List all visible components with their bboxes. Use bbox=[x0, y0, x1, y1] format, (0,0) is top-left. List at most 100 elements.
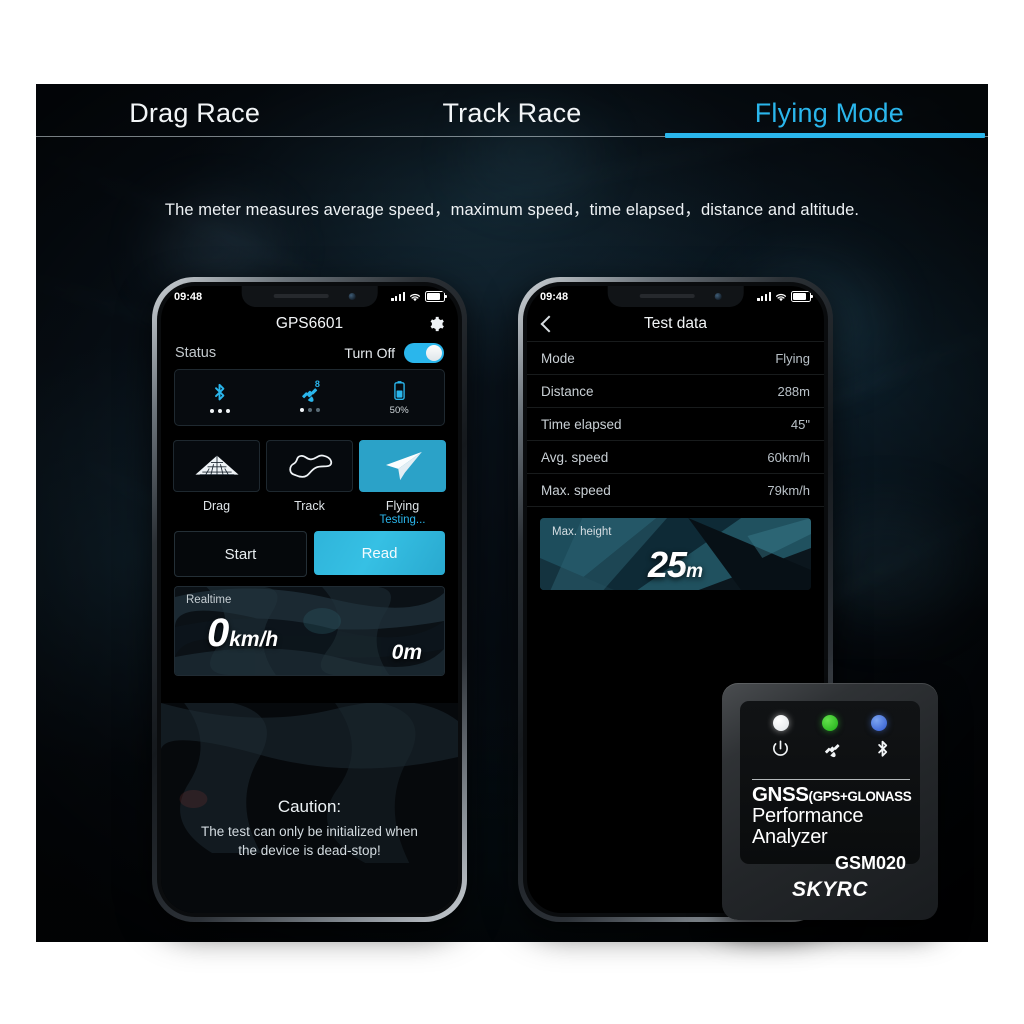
status-bar-time: 09:48 bbox=[540, 290, 569, 303]
bluetooth-icon bbox=[215, 383, 225, 401]
mode-flying-status: Testing... bbox=[379, 514, 426, 526]
row-key: Distance bbox=[541, 383, 594, 399]
bluetooth-led bbox=[871, 715, 888, 731]
indicator-battery: 50% bbox=[354, 370, 444, 425]
paper-plane-icon bbox=[385, 451, 422, 481]
table-row: Time elapsed 45" bbox=[527, 407, 824, 440]
mode-track-tile[interactable] bbox=[266, 440, 353, 492]
caution-block: Caution: The test can only be initialize… bbox=[161, 797, 458, 861]
realtime-speed-value: 0 bbox=[207, 611, 229, 655]
phone-left-bezel: 09:48 GPS6601 Status Turn Off 8 50% Drag… bbox=[157, 282, 462, 917]
battery-full-icon bbox=[791, 291, 813, 302]
wifi-icon bbox=[409, 293, 421, 301]
drag-strip-icon bbox=[194, 455, 239, 476]
subtitle-text: The meter measures average speed，maximum… bbox=[164, 201, 860, 219]
page-root: Drag Race Track Race Flying Mode The met… bbox=[0, 0, 1024, 1024]
tab-drag-race[interactable]: Drag Race bbox=[36, 84, 353, 142]
battery-percent: 50% bbox=[389, 404, 409, 416]
tab-active-indicator bbox=[665, 133, 985, 138]
table-row: Avg. speed 60km/h bbox=[527, 440, 824, 473]
table-bottom-divider bbox=[527, 506, 824, 507]
mode-flying-tile[interactable] bbox=[359, 440, 446, 492]
mode-drag-tile[interactable] bbox=[173, 440, 260, 492]
status-label: Status bbox=[175, 345, 217, 361]
device-model-number: GSM020 bbox=[834, 852, 906, 873]
realtime-speed: 0km/h bbox=[207, 611, 278, 656]
realtime-panel: Realtime 0km/h 0m bbox=[174, 586, 445, 676]
read-button[interactable]: Read bbox=[314, 531, 445, 575]
bluetooth-signal-dots bbox=[209, 409, 230, 413]
wifi-icon bbox=[775, 293, 787, 301]
gear-icon[interactable] bbox=[428, 316, 445, 333]
row-value: 288m bbox=[777, 383, 810, 399]
mode-drag-label: Drag bbox=[202, 499, 231, 513]
caution-line-2: the device is dead-stop! bbox=[238, 843, 381, 859]
indicator-satellite: 8 bbox=[265, 370, 355, 425]
skyrc-logo: SKYRC bbox=[791, 878, 868, 901]
row-key: Mode bbox=[541, 350, 575, 366]
toggle-label: Turn Off bbox=[344, 345, 395, 361]
app-title: GPS6601 bbox=[275, 315, 344, 332]
power-toggle[interactable] bbox=[404, 343, 444, 363]
mode-flying[interactable]: Flying Testing... bbox=[359, 440, 446, 526]
race-track-icon bbox=[288, 454, 332, 478]
max-height-panel: Max. height 25m bbox=[540, 518, 811, 590]
satellite-count-badge: 8 bbox=[314, 379, 320, 389]
device-divider bbox=[752, 779, 910, 780]
power-icon bbox=[772, 740, 788, 756]
status-bar: 09:48 bbox=[527, 286, 824, 307]
device-title-line-1: GNSS(GPS+GLONASS bbox=[752, 783, 912, 806]
battery-icon bbox=[393, 380, 405, 400]
max-height-number: 25 bbox=[648, 544, 687, 585]
device-gnss-paren: (GPS+GLONASS bbox=[808, 789, 912, 804]
table-row: Distance 288m bbox=[527, 374, 824, 407]
row-key: Avg. speed bbox=[541, 449, 609, 465]
device-title-line-2: Performance bbox=[752, 804, 864, 827]
app-title: Test data bbox=[644, 315, 707, 332]
power-led bbox=[772, 715, 789, 731]
gsm020-device: GNSS(GPS+GLONASS Performance Analyzer GS… bbox=[722, 683, 938, 920]
row-key: Time elapsed bbox=[541, 416, 622, 432]
satellite-icon bbox=[824, 744, 839, 758]
mode-selector: Drag Track Flying Testing... bbox=[173, 440, 446, 526]
realtime-label: Realtime bbox=[186, 594, 232, 606]
battery-full-icon bbox=[425, 291, 447, 302]
satellite-signal-dots bbox=[299, 408, 320, 412]
device-label-block: GNSS(GPS+GLONASS Performance Analyzer GS… bbox=[752, 783, 912, 874]
row-key: Max. speed bbox=[541, 482, 611, 498]
mode-track-label: Track bbox=[294, 499, 325, 513]
phone-left: 09:48 GPS6601 Status Turn Off 8 50% Drag… bbox=[152, 277, 467, 922]
tab-track-race[interactable]: Track Race bbox=[353, 84, 670, 142]
signal-bars-icon bbox=[757, 292, 771, 301]
realtime-speed-unit: km/h bbox=[229, 628, 279, 651]
mode-drag[interactable]: Drag bbox=[173, 440, 260, 526]
row-value: 60km/h bbox=[767, 449, 810, 465]
phone-left-app-header: GPS6601 bbox=[161, 307, 458, 341]
max-height-label: Max. height bbox=[552, 526, 612, 538]
status-bar-time: 09:48 bbox=[174, 290, 203, 303]
status-bar-icons bbox=[757, 291, 813, 302]
status-bar-icons bbox=[391, 291, 447, 302]
table-row: Max. speed 79km/h bbox=[527, 473, 824, 506]
back-chevron-icon[interactable] bbox=[540, 315, 558, 333]
phone-right-app-header: Test data bbox=[527, 307, 824, 341]
indicator-panel: 8 50% bbox=[174, 369, 445, 426]
device-title-line-3: Analyzer bbox=[752, 825, 828, 848]
device-icon-row bbox=[740, 731, 920, 762]
caution-line-1: The test can only be initialized when bbox=[201, 823, 418, 839]
row-value: 45" bbox=[790, 416, 810, 432]
start-button[interactable]: Start bbox=[174, 531, 307, 577]
phone-left-screen: 09:48 GPS6601 Status Turn Off 8 50% Drag… bbox=[161, 286, 458, 913]
max-height-value: 25m bbox=[648, 544, 703, 586]
device-face: GNSS(GPS+GLONASS Performance Analyzer GS… bbox=[740, 701, 920, 873]
device-gnss-text: GNSS bbox=[752, 783, 809, 806]
caution-heading: Caution: bbox=[277, 796, 342, 816]
mode-track[interactable]: Track bbox=[266, 440, 353, 526]
action-buttons: Start Read bbox=[174, 531, 445, 577]
max-height-unit: m bbox=[686, 561, 703, 582]
realtime-distance: 0m bbox=[391, 641, 422, 664]
mode-flying-label: Flying bbox=[385, 499, 420, 513]
gnss-led bbox=[821, 715, 838, 731]
toggle-group: Turn Off bbox=[344, 343, 444, 363]
status-bar: 09:48 bbox=[161, 286, 458, 307]
